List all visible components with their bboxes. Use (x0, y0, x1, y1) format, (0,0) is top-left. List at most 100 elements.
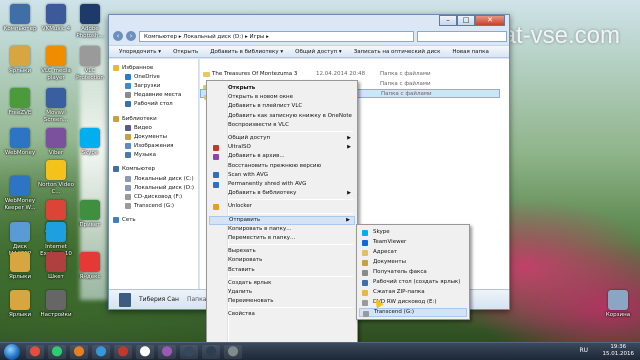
toolbar-button[interactable]: Новая папка (452, 49, 488, 55)
menu-item[interactable]: Unlocker (209, 202, 355, 211)
taskbar-app-icon[interactable] (26, 344, 44, 359)
menu-item[interactable]: Копировать в папку... (209, 225, 355, 234)
desktop-icon[interactable]: VLC Protection (72, 46, 108, 81)
menu-item[interactable]: Вставить (209, 266, 355, 275)
taskbar-app-icon[interactable] (202, 344, 220, 359)
desktop-icon[interactable]: Movavi Screen... (38, 88, 74, 123)
menu-item[interactable]: Копировать (209, 256, 355, 265)
minimize-button[interactable]: – (439, 15, 457, 26)
desktop-icon[interactable]: Adobe Photosh... (72, 4, 108, 39)
language-indicator[interactable]: RU (579, 347, 588, 354)
desktop-icon[interactable]: Компьютер (2, 4, 38, 33)
chevron-right-icon: ▶ (347, 190, 351, 197)
menu-item[interactable]: Свойства (209, 310, 355, 319)
menu-item[interactable]: Удалить (209, 288, 355, 297)
nav-item[interactable]: Изображения (109, 142, 198, 151)
menu-item[interactable]: Добавить как записную книжку в OneNote (209, 112, 355, 121)
menu-item[interactable]: Открыть в новом окне (209, 93, 355, 102)
menu-item[interactable]: Scan with AVG (209, 171, 355, 180)
nav-item[interactable]: Избранное (109, 63, 198, 72)
back-icon[interactable]: ‹ (113, 31, 123, 41)
menu-item[interactable]: Переименовать (209, 297, 355, 306)
address-bar[interactable]: Компьютер ▸ Локальный диск (D:) ▸ Игры ▸ (139, 30, 414, 42)
desktop-icon[interactable]: Ярлыки (2, 46, 38, 75)
submenu-item[interactable]: Рабочий стол (создать ярлык) (359, 278, 467, 287)
nav-item[interactable]: Библиотеки (109, 114, 198, 123)
submenu-item[interactable]: Документы (359, 258, 467, 267)
taskbar-app-icon[interactable] (180, 344, 198, 359)
nav-item[interactable]: Transcend (G:) (109, 202, 198, 211)
nav-icon (125, 101, 131, 108)
submenu-item[interactable]: Сжатая ZIP-папка (359, 288, 467, 297)
nav-item[interactable]: Видео (109, 123, 198, 132)
maximize-button[interactable]: □ (457, 15, 475, 26)
desktop-icon[interactable]: Skype (72, 128, 108, 157)
desktop-icon[interactable]: Ярлыки (2, 252, 38, 281)
start-button[interactable] (4, 343, 20, 360)
nav-item[interactable]: Документы (109, 132, 198, 141)
menu-item[interactable]: Восстановить прежнюю версию (209, 162, 355, 171)
nav-item[interactable]: Загрузки (109, 81, 198, 90)
nav-item[interactable]: Музыка (109, 151, 198, 160)
menu-item[interactable]: Permanently shred with AVG (209, 180, 355, 189)
menu-item[interactable]: Создать ярлык (209, 279, 355, 288)
taskbar-app-icon[interactable] (70, 344, 88, 359)
menu-item[interactable]: Переместить в папку... (209, 234, 355, 243)
desktop-icon[interactable]: WebMoney (2, 128, 38, 157)
menu-item[interactable]: UltraISO ▶ (209, 143, 355, 152)
submenu-item[interactable]: Адресат (359, 248, 467, 257)
menu-item[interactable]: Вырезать (209, 247, 355, 256)
desktop-icon[interactable]: Настройки (38, 290, 74, 319)
menu-item[interactable]: Добавить в плейлист VLC (209, 102, 355, 111)
search-input[interactable] (417, 30, 507, 42)
clock[interactable]: 19:36 15.01.2016 (603, 344, 635, 358)
desktop-icon[interactable]: Ярлыки (2, 290, 38, 319)
desktop-icon[interactable]: Norton Video C... (38, 160, 74, 195)
toolbar-button[interactable]: Упорядочить ▾ (119, 49, 161, 55)
menu-item[interactable]: Общий доступ ▶ (209, 134, 355, 143)
desktop-icon[interactable]: VKMusic 4 (38, 4, 74, 33)
nav-item[interactable]: Компьютер (109, 165, 198, 174)
desktop-icon[interactable]: Привет (72, 200, 108, 229)
file-row[interactable]: The Treasures Of Montezuma 3 12.04.2014 2… (200, 69, 500, 78)
submenu-item[interactable]: Skype (359, 228, 467, 237)
menu-item[interactable]: Отправить ▶ (209, 215, 355, 225)
toolbar-button[interactable]: Открыть (173, 49, 198, 55)
menu-item[interactable]: Открыть (209, 84, 355, 93)
nav-item[interactable]: OneDrive (109, 72, 198, 81)
taskbar-app-icon[interactable] (158, 344, 176, 359)
desktop-icon[interactable]: Корзина (600, 290, 636, 319)
desktop-icon[interactable]: Шкет (38, 252, 74, 281)
desktop-icon[interactable]: VLC media player (38, 46, 74, 81)
desktop-icon[interactable]: Viber (38, 128, 74, 157)
nav-item[interactable]: Локальный диск (D:) (109, 183, 198, 192)
close-button[interactable]: ✕ (475, 15, 505, 26)
nav-item[interactable]: Недавние места (109, 91, 198, 100)
menu-item[interactable]: Добавить в архив... (209, 152, 355, 161)
title-bar[interactable]: – □ ✕ (109, 15, 509, 29)
desktop-icon[interactable]: FreeZVE (2, 88, 38, 117)
taskbar-app-icon[interactable] (48, 344, 66, 359)
taskbar-app-icon[interactable] (114, 344, 132, 359)
menu-item[interactable]: Добавить в библиотеку ▶ (209, 189, 355, 198)
toolbar-button[interactable]: Общий доступ ▾ (295, 49, 342, 55)
toolbar-button[interactable]: Добавить в библиотеку ▾ (210, 49, 283, 55)
nav-item[interactable]: Сеть (109, 216, 198, 225)
forward-icon[interactable]: › (126, 31, 136, 41)
submenu-item[interactable]: Transcend (G:) (359, 308, 467, 317)
menu-item-icon (213, 144, 219, 151)
taskbar-app-icon[interactable] (136, 344, 154, 359)
taskbar-app-icon[interactable] (224, 344, 242, 359)
nav-item[interactable]: Рабочий стол (109, 100, 198, 109)
menu-item[interactable]: Воспроизвести в VLC (209, 121, 355, 130)
nav-item[interactable]: CD-дисковод (F:) (109, 192, 198, 201)
desktop-icon[interactable]: Яндекс (72, 252, 108, 281)
toolbar-button[interactable]: Записать на оптический диск (354, 49, 441, 55)
taskbar-app-icon[interactable] (92, 344, 110, 359)
submenu-item[interactable]: Получатель факса (359, 268, 467, 277)
nav-item[interactable]: Локальный диск (C:) (109, 174, 198, 183)
nav-item-label: Библиотеки (122, 115, 157, 122)
submenu-item[interactable]: TeamViewer (359, 238, 467, 247)
desktop-icon[interactable]: WebMoney Keeper W... (2, 176, 38, 211)
nav-item-label: Локальный диск (D:) (134, 184, 195, 191)
